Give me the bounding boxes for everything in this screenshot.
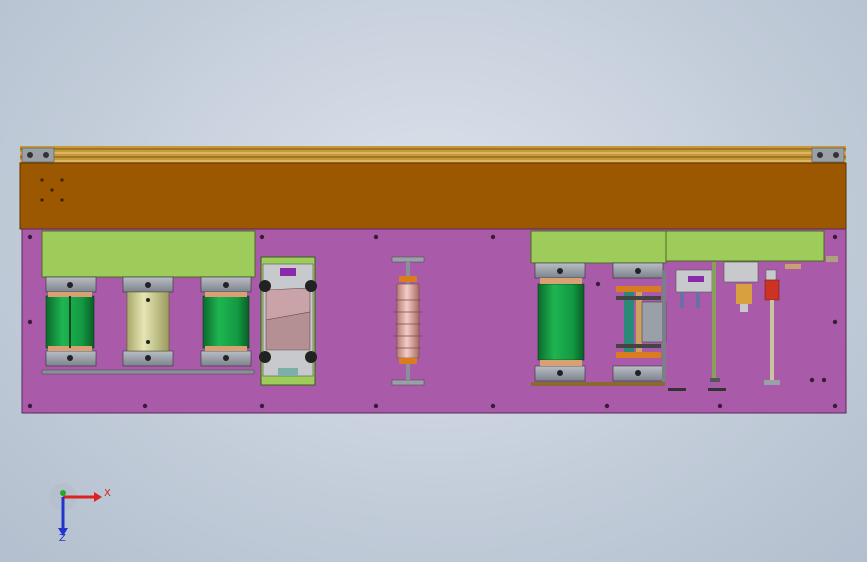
mounting-bolt	[832, 403, 838, 409]
coil-cylinder-2[interactable]	[122, 276, 174, 367]
green-housing-left	[41, 230, 256, 278]
mounting-bolt	[821, 377, 827, 383]
mounting-bolt	[490, 403, 496, 409]
left-coil-assembly[interactable]	[41, 230, 256, 375]
coil-cylinder-1[interactable]	[45, 276, 97, 367]
mounting-bolt	[259, 234, 265, 240]
contactor-block[interactable]	[259, 256, 317, 386]
z-axis-label: Z	[59, 533, 66, 544]
x-axis-label: X	[104, 488, 111, 499]
green-housing-right-ext	[665, 230, 825, 262]
green-housing-right	[530, 230, 667, 264]
mounting-bolt	[832, 319, 838, 325]
x-axis-arrowhead	[94, 492, 102, 502]
mounting-bolt	[717, 403, 723, 409]
mounting-bolt	[832, 234, 838, 240]
rail-end-bracket-right	[811, 147, 845, 163]
y-axis-dot	[60, 490, 66, 496]
mounting-bolt	[490, 234, 496, 240]
mounting-bolt	[27, 234, 33, 240]
mounting-bolt	[604, 403, 610, 409]
cad-viewport[interactable]: X Z	[0, 0, 867, 562]
top-rail-assembly	[20, 146, 846, 164]
mounting-bolt	[373, 234, 379, 240]
coordinate-triad: X Z	[49, 483, 111, 544]
mounting-bolt	[27, 319, 33, 325]
top-beam	[19, 162, 847, 230]
base-rail-left	[41, 369, 255, 375]
mounting-bolt	[809, 377, 815, 383]
mounting-bolt	[373, 403, 379, 409]
mounting-bolt	[259, 403, 265, 409]
rail-end-bracket-left	[21, 147, 55, 163]
mounting-bolt	[142, 403, 148, 409]
coil-cylinder-4[interactable]	[534, 262, 586, 382]
coil-cylinder-3[interactable]	[200, 276, 252, 367]
mounting-bolt	[595, 281, 601, 287]
mounting-bolt	[27, 403, 33, 409]
